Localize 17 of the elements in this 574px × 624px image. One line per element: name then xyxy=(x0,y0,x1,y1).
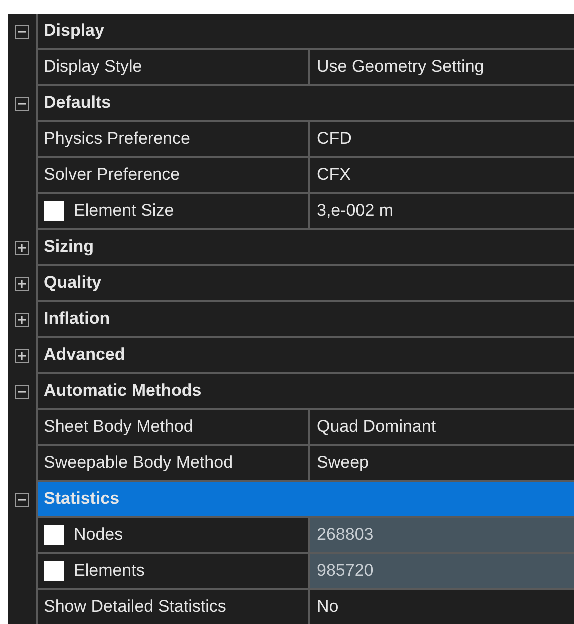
expand-icon[interactable] xyxy=(15,241,29,255)
checkbox[interactable] xyxy=(44,525,64,545)
collapse-icon[interactable] xyxy=(15,25,29,39)
expand-icon[interactable] xyxy=(15,313,29,327)
property-name: Nodes xyxy=(74,525,124,545)
section-header[interactable]: Statistics xyxy=(38,482,574,518)
property-name: Elements xyxy=(74,561,145,581)
expand-icon[interactable] xyxy=(15,277,29,291)
checkbox[interactable] xyxy=(44,561,64,581)
property-value[interactable]: 985720 xyxy=(310,554,574,590)
collapse-icon[interactable] xyxy=(15,493,29,507)
checkbox[interactable] xyxy=(44,201,64,221)
collapse-icon[interactable] xyxy=(15,97,29,111)
property-name: Element Size xyxy=(74,201,174,221)
property-value[interactable]: 268803 xyxy=(310,518,574,554)
collapse-icon[interactable] xyxy=(15,385,29,399)
expand-icon[interactable] xyxy=(15,349,29,363)
